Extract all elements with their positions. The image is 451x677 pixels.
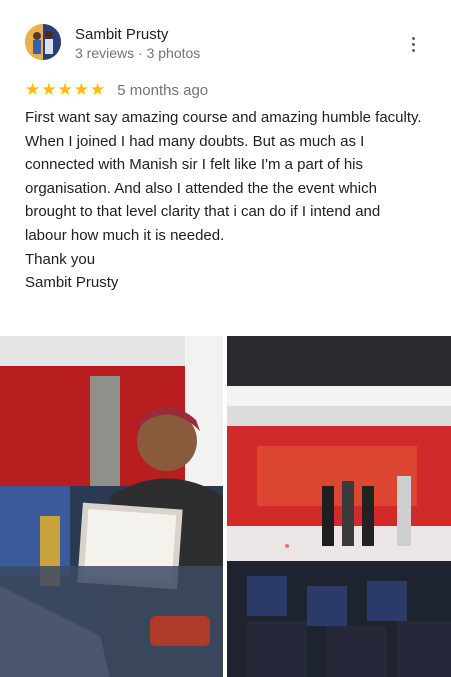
rating-row: ★ ★ ★ ★ ★ 5 months ago bbox=[25, 80, 208, 100]
review-text-line: First want say amazing course and amazin… bbox=[25, 109, 422, 126]
review-header: Sambit Prusty 3 reviews · 3 photos bbox=[0, 0, 451, 70]
review-text: First want say amazing course and amazin… bbox=[25, 106, 425, 295]
review-text-line: When I joined I had many doubts. But as … bbox=[25, 132, 381, 244]
star-icon: ★ bbox=[41, 79, 57, 100]
star-icon: ★ bbox=[73, 79, 89, 100]
author-meta: 3 reviews · 3 photos bbox=[75, 45, 201, 61]
author-name[interactable]: Sambit Prusty bbox=[75, 26, 168, 43]
review-text-line: Thank you bbox=[25, 250, 96, 268]
review-date: 5 months ago bbox=[117, 81, 209, 99]
star-icon: ★ bbox=[90, 79, 106, 100]
review-text-line: Sambit Prusty bbox=[25, 274, 119, 292]
review-photo-certificate[interactable] bbox=[0, 336, 223, 677]
star-icon: ★ bbox=[25, 79, 41, 100]
review-photo-event[interactable] bbox=[227, 336, 451, 677]
more-vert-icon[interactable] bbox=[403, 33, 423, 55]
star-icon: ★ bbox=[57, 79, 73, 100]
star-rating: ★ ★ ★ ★ ★ bbox=[25, 79, 106, 100]
author-avatar[interactable] bbox=[25, 24, 61, 60]
